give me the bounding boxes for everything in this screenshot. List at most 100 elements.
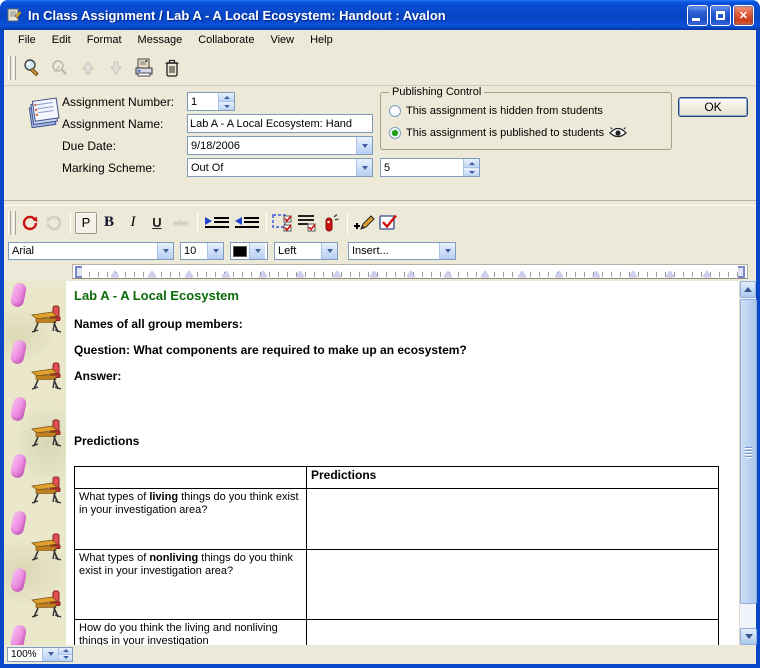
table-header-cell[interactable] bbox=[75, 467, 307, 489]
italic-button[interactable]: I bbox=[121, 211, 145, 235]
ruler-tab-stop[interactable] bbox=[185, 271, 193, 277]
menu-item-view[interactable]: View bbox=[262, 32, 302, 48]
publishing-option-0[interactable]: This assignment is hidden from students bbox=[389, 105, 603, 117]
close-button[interactable]: ✕ bbox=[733, 5, 754, 26]
decrease-indent-button[interactable] bbox=[232, 211, 262, 235]
ruler-tab-stop[interactable] bbox=[703, 271, 711, 277]
marking-scheme-dropdown[interactable]: Out Of bbox=[187, 158, 373, 177]
ruler-tab-stop[interactable] bbox=[259, 271, 267, 277]
font-color-arrow[interactable] bbox=[249, 243, 265, 259]
insert-dropdown[interactable]: Insert... bbox=[348, 242, 456, 260]
insert-checklist-button[interactable] bbox=[295, 211, 319, 235]
ruler-tab-stop[interactable] bbox=[592, 271, 600, 277]
paragraph-style-button[interactable]: P bbox=[75, 212, 97, 234]
ruler-tab-stop[interactable] bbox=[407, 271, 415, 277]
navigate-previous-button[interactable] bbox=[74, 54, 102, 82]
increase-indent-button[interactable] bbox=[202, 211, 232, 235]
zoom-dropdown-arrow[interactable] bbox=[42, 648, 58, 661]
doc-line-names[interactable]: Names of all group members: bbox=[74, 317, 243, 331]
toolbar-grip[interactable] bbox=[13, 211, 16, 235]
menu-item-help[interactable]: Help bbox=[302, 32, 341, 48]
redo-button[interactable] bbox=[42, 211, 66, 235]
scroll-up-button[interactable] bbox=[740, 281, 756, 298]
marking-scheme-dropdown-arrow[interactable] bbox=[356, 159, 372, 176]
scroll-down-button[interactable] bbox=[740, 628, 757, 645]
ruler-tab-stop[interactable] bbox=[481, 271, 489, 277]
ruler-tab-stop[interactable] bbox=[333, 271, 341, 277]
font-size-dropdown[interactable]: 10 bbox=[180, 242, 224, 260]
menu-item-edit[interactable]: Edit bbox=[44, 32, 79, 48]
ruler-tab-stop[interactable] bbox=[148, 271, 156, 277]
ruler-tab-stop[interactable] bbox=[370, 271, 378, 277]
underline-button[interactable]: U bbox=[145, 211, 169, 235]
table-header-cell[interactable]: Predictions bbox=[307, 467, 719, 489]
zoom-preview-button[interactable] bbox=[18, 54, 46, 82]
zoom-spin-buttons[interactable] bbox=[58, 648, 72, 661]
ruler[interactable] bbox=[72, 264, 748, 279]
menu-item-file[interactable]: File bbox=[10, 32, 44, 48]
ruler-tab-stop[interactable] bbox=[296, 271, 304, 277]
maximize-button[interactable] bbox=[710, 5, 731, 26]
font-family-arrow[interactable] bbox=[157, 243, 173, 259]
doc-line-answer[interactable]: Answer: bbox=[74, 369, 121, 383]
ruler-tab-stop[interactable] bbox=[222, 271, 230, 277]
answer-cell[interactable] bbox=[307, 550, 719, 620]
question-cell[interactable]: What types of living things do you think… bbox=[75, 489, 307, 550]
answer-cell[interactable] bbox=[307, 489, 719, 550]
ok-button[interactable]: OK bbox=[678, 97, 748, 117]
strikethrough-button[interactable]: abc bbox=[169, 211, 193, 235]
navigate-next-button[interactable] bbox=[102, 54, 130, 82]
right-margin-marker[interactable] bbox=[738, 266, 745, 278]
ruler-tab-stop[interactable] bbox=[555, 271, 563, 277]
radio-button[interactable] bbox=[389, 105, 401, 117]
bold-button[interactable]: B bbox=[97, 211, 121, 235]
menu-item-collaborate[interactable]: Collaborate bbox=[190, 32, 262, 48]
font-family-dropdown[interactable]: Arial bbox=[8, 242, 174, 260]
search-edit-button[interactable] bbox=[46, 54, 74, 82]
ruler-tab-stop[interactable] bbox=[666, 271, 674, 277]
question-cell[interactable]: What types of nonliving things do you th… bbox=[75, 550, 307, 620]
alignment-arrow[interactable] bbox=[321, 243, 337, 259]
delete-button[interactable] bbox=[158, 54, 186, 82]
font-size-arrow[interactable] bbox=[207, 243, 223, 259]
toolbar-grip[interactable] bbox=[13, 56, 16, 80]
doc-line-question[interactable]: Question: What components are required t… bbox=[74, 343, 467, 357]
doc-predictions-heading[interactable]: Predictions bbox=[74, 434, 139, 448]
toolbar-grip[interactable] bbox=[8, 56, 11, 80]
document-editor-surface[interactable]: Lab A - A Local Ecosystem Names of all g… bbox=[66, 281, 739, 645]
assignment-number-spin-buttons[interactable] bbox=[218, 93, 234, 110]
ruler-tab-stop[interactable] bbox=[444, 271, 452, 277]
vertical-scrollbar[interactable] bbox=[739, 281, 756, 645]
menu-item-format[interactable]: Format bbox=[79, 32, 130, 48]
undo-button[interactable] bbox=[18, 211, 42, 235]
ruler-tab-stop[interactable] bbox=[111, 271, 119, 277]
answer-cell[interactable] bbox=[307, 620, 719, 646]
doc-heading[interactable]: Lab A - A Local Ecosystem bbox=[74, 288, 239, 303]
scrollbar-thumb[interactable] bbox=[740, 299, 757, 604]
marking-out-of-spin-buttons[interactable] bbox=[463, 159, 479, 176]
ruler-tab-stop[interactable] bbox=[629, 271, 637, 277]
publishing-option-1[interactable]: This assignment is published to students bbox=[389, 127, 627, 139]
due-date-dropdown-arrow[interactable] bbox=[356, 137, 372, 154]
ruler-tab-stop[interactable] bbox=[518, 271, 526, 277]
assignment-name-input[interactable] bbox=[188, 118, 372, 130]
spell-check-button[interactable] bbox=[376, 211, 400, 235]
font-color-dropdown[interactable] bbox=[230, 242, 268, 260]
assignment-number-spinner[interactable]: 1 bbox=[187, 92, 235, 111]
insert-marker-button[interactable] bbox=[319, 211, 343, 235]
insert-arrow[interactable] bbox=[439, 243, 455, 259]
minimize-button[interactable] bbox=[687, 5, 708, 26]
left-margin-marker[interactable] bbox=[75, 266, 82, 278]
title-bar[interactable]: In Class Assignment / Lab A - A Local Ec… bbox=[0, 0, 760, 30]
question-cell[interactable]: How do you think the living and nonlivin… bbox=[75, 620, 307, 646]
menu-item-message[interactable]: Message bbox=[130, 32, 191, 48]
alignment-dropdown[interactable]: Left bbox=[274, 242, 338, 260]
add-annotation-button[interactable] bbox=[352, 211, 376, 235]
insert-answer-box-button[interactable] bbox=[271, 211, 295, 235]
due-date-dropdown[interactable]: 9/18/2006 bbox=[187, 136, 373, 155]
radio-button[interactable] bbox=[389, 127, 401, 139]
marking-out-of-spinner[interactable]: 5 bbox=[380, 158, 480, 177]
print-button[interactable] bbox=[130, 54, 158, 82]
toolbar-grip[interactable] bbox=[8, 211, 11, 235]
zoom-level-control[interactable]: 100% bbox=[7, 647, 73, 662]
